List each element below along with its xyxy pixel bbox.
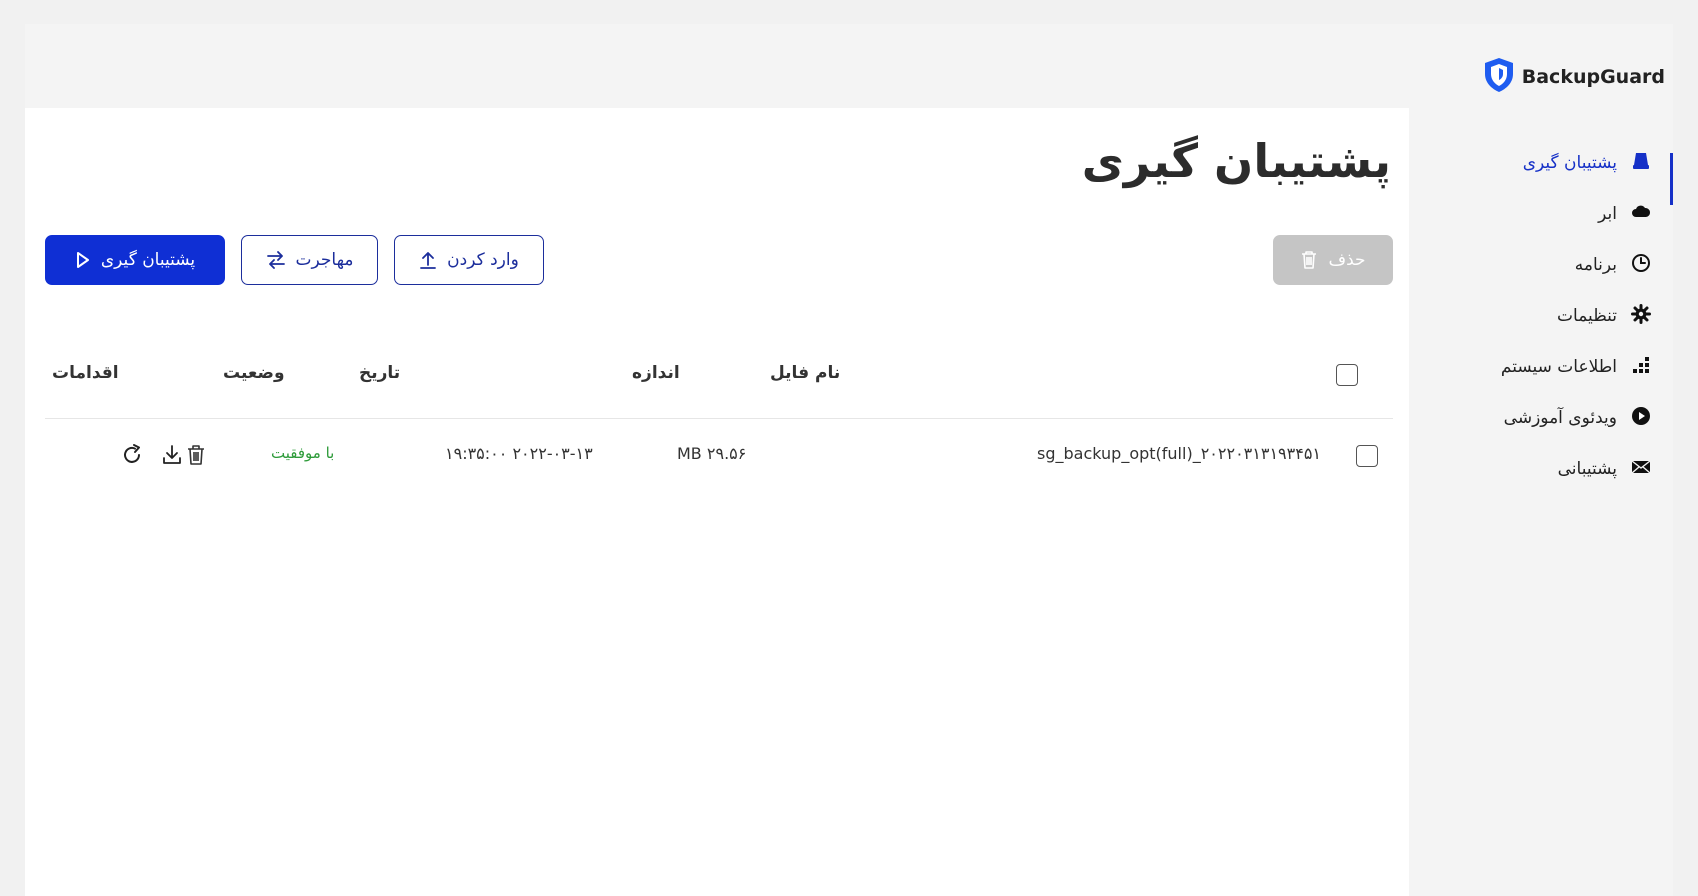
backup-button[interactable]: پشتیبان گیری (45, 235, 225, 285)
column-header-status[interactable]: وضعیت (223, 363, 285, 383)
delete-row-icon[interactable] (183, 442, 209, 468)
sidebar-item-cloud[interactable]: ابر (1598, 194, 1651, 234)
upload-icon (419, 250, 437, 270)
sidebar-item-label: اطلاعات سیستم (1500, 357, 1617, 377)
column-header-date[interactable]: تاریخ (359, 363, 400, 383)
row-size: ۲۹.۵۶ MB (677, 444, 747, 463)
column-header-actions: اقدامات (52, 363, 119, 383)
app-frame: پشتیبان گیری پشتیبان گیری مهاجرت وارد کر… (25, 24, 1673, 896)
cloud-icon (1631, 204, 1651, 225)
migrate-button-label: مهاجرت (295, 250, 354, 270)
column-header-filename[interactable]: نام فایل (770, 363, 840, 383)
migrate-button[interactable]: مهاجرت (241, 235, 378, 285)
row-date: ۲۰۲۲-۰۳-۱۳ ۱۹:۳۵:۰۰ (445, 444, 593, 463)
drive-icon (1631, 151, 1651, 176)
backup-button-label: پشتیبان گیری (100, 250, 196, 270)
sidebar-item-label: ویدئوی آموزشی (1503, 408, 1617, 428)
page-title: پشتیبان گیری (1081, 134, 1391, 188)
sidebar-item-support[interactable]: پشتیبانی (1558, 449, 1651, 489)
column-header-size[interactable]: اندازه (632, 363, 680, 383)
active-indicator (1670, 153, 1673, 205)
sidebar-item-tutorial-video[interactable]: ویدئوی آموزشی (1504, 398, 1651, 438)
trash-icon (1300, 250, 1318, 270)
logo-text: BackupGuard (1521, 66, 1665, 88)
import-button[interactable]: وارد کردن (394, 235, 544, 285)
table-divider (45, 418, 1393, 419)
select-all-checkbox[interactable] (1336, 364, 1358, 386)
delete-button-label: حذف (1328, 250, 1366, 270)
import-button-label: وارد کردن (447, 250, 519, 270)
gear-icon (1631, 303, 1651, 329)
row-status: با موفقیت (271, 444, 335, 462)
sidebar-item-backup[interactable]: پشتیبان گیری (1523, 143, 1651, 183)
sidebar-item-label: تنظیمات (1557, 306, 1617, 326)
shield-logo-icon (1482, 56, 1516, 98)
sidebar-item-settings[interactable]: تنظیمات (1557, 296, 1651, 336)
sidebar-item-system-info[interactable]: اطلاعات سیستم (1501, 347, 1651, 387)
delete-button[interactable]: حذف (1273, 235, 1393, 285)
sidebar-item-label: ابر (1598, 204, 1617, 224)
download-icon[interactable] (159, 442, 185, 468)
sidebar-item-label: پشتیبانی (1557, 459, 1617, 479)
sidebar-item-label: پشتیبان گیری (1522, 153, 1617, 173)
main-content: پشتیبان گیری پشتیبان گیری مهاجرت وارد کر… (25, 24, 1409, 896)
top-bar (25, 24, 1409, 108)
grid-chart-icon (1631, 355, 1651, 380)
logo[interactable]: BackupGuard (1482, 56, 1665, 98)
restore-icon[interactable] (119, 442, 145, 468)
play-outline-icon (75, 251, 91, 269)
swap-arrows-icon (266, 251, 286, 269)
row-checkbox[interactable] (1356, 445, 1378, 467)
play-icon (1631, 406, 1651, 431)
sidebar-item-label: برنامه (1574, 255, 1617, 275)
row-filename: sg_backup_opt(full)_۲۰۲۲۰۳۱۳۱۹۳۴۵۱ (1037, 444, 1321, 463)
clock-icon (1631, 253, 1651, 278)
envelope-icon (1631, 459, 1651, 480)
sidebar: BackupGuard پشتیبان گیری ابر برنامه تنظی… (1409, 24, 1673, 896)
sidebar-item-schedule[interactable]: برنامه (1575, 245, 1651, 285)
